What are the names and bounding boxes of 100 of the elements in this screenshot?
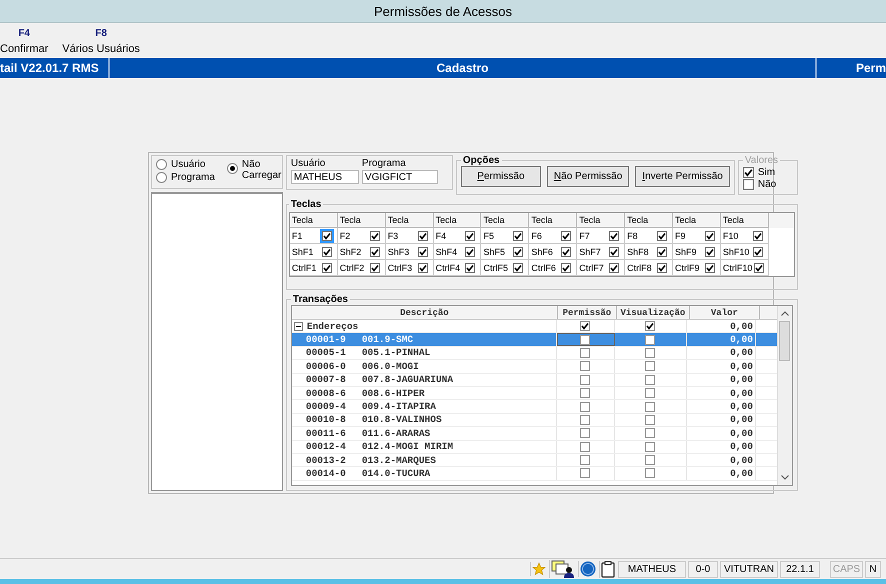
checkbox[interactable] — [704, 230, 715, 240]
checkbox[interactable] — [580, 402, 590, 412]
help-icon[interactable] — [580, 561, 596, 577]
checkbox[interactable] — [580, 414, 590, 425]
checkbox[interactable] — [465, 262, 476, 272]
toolbar-button[interactable]: F4 Confirmar — [0, 23, 50, 58]
checkbox[interactable] — [580, 455, 590, 466]
key-label: ShF9 — [675, 246, 697, 256]
checkbox[interactable] — [561, 262, 572, 272]
option-button[interactable]: Não Permissão — [546, 166, 630, 187]
table-row[interactable]: 00005-1 005.1-PINHAL 0,00 — [292, 346, 777, 360]
column-header: Tecla — [434, 213, 482, 228]
checkbox[interactable] — [704, 262, 715, 272]
status-field: N — [865, 560, 881, 578]
checkbox[interactable] — [645, 361, 656, 372]
checkbox[interactable] — [609, 246, 620, 256]
checkbox[interactable] — [645, 414, 656, 425]
checkbox[interactable] — [370, 262, 380, 272]
checkbox[interactable] — [657, 262, 668, 272]
checkbox[interactable] — [580, 348, 590, 358]
column-header: Tecla — [625, 213, 674, 228]
table-row[interactable]: 00007-8 007.8-JAGUARIUNA 0,00 — [292, 374, 777, 387]
checkbox[interactable] — [657, 230, 668, 240]
table-row[interactable]: 00008-6 008.6-HIPER 0,00 — [292, 386, 777, 400]
table-cell: 010.8-VALINHOS — [362, 414, 442, 426]
checkbox[interactable] — [322, 262, 332, 272]
radio-option[interactable]: Usuário — [156, 159, 215, 170]
checkbox[interactable] — [580, 374, 590, 385]
input-field[interactable]: VGIGFICT — [362, 170, 438, 184]
checkbox[interactable] — [465, 246, 476, 256]
checkbox[interactable] — [609, 262, 620, 272]
checkbox[interactable] — [645, 374, 656, 385]
table-cell: 00010-8 — [306, 414, 346, 426]
checkbox[interactable] — [752, 230, 763, 240]
checkbox[interactable] — [370, 246, 380, 256]
column-header[interactable]: Valor — [690, 306, 760, 319]
table-row[interactable]: 00013-2 013.2-MARQUES 0,00 — [292, 454, 777, 468]
collapse-icon[interactable] — [294, 322, 303, 331]
scroll-down-icon[interactable] — [780, 475, 789, 480]
header-center-text: Cadastro — [110, 58, 817, 78]
table-row[interactable]: 00010-8 010.8-VALINHOS 0,00 — [292, 414, 777, 428]
checkbox[interactable] — [418, 262, 428, 272]
checkbox[interactable] — [645, 442, 656, 452]
column-header[interactable]: Descrição — [292, 306, 558, 319]
table-cell: 00006-0 — [306, 360, 346, 372]
checkbox[interactable] — [322, 230, 332, 240]
scroll-up-icon[interactable] — [780, 311, 789, 316]
checkbox[interactable] — [561, 246, 572, 256]
windows-person-icon[interactable] — [551, 560, 575, 578]
checkbox[interactable] — [609, 230, 620, 240]
scrollbar[interactable] — [776, 306, 792, 485]
checkbox[interactable] — [645, 428, 656, 438]
checkbox[interactable] — [704, 246, 715, 256]
clipboard-icon[interactable] — [601, 560, 615, 578]
table-row[interactable]: 00011-6 011.6-ARARAS 0,00 — [292, 427, 777, 441]
list-box[interactable] — [151, 192, 283, 491]
checkbox[interactable] — [513, 230, 524, 240]
toolbar-button[interactable]: F8 Vários Usuários — [62, 23, 142, 58]
table-row[interactable]: 00014-0 014.0-TUCURA 0,00 — [292, 467, 777, 481]
checkbox[interactable] — [465, 230, 476, 240]
table-row[interactable]: 00006-0 006.0-MOGI 0,00 — [292, 360, 777, 374]
checkbox[interactable] — [561, 230, 572, 240]
checkbox[interactable] — [580, 468, 590, 478]
checkbox[interactable] — [418, 246, 428, 256]
input-field[interactable]: MATHEUS — [290, 170, 359, 184]
checkbox[interactable] — [580, 388, 590, 398]
checkbox[interactable] — [645, 468, 656, 478]
checkbox[interactable] — [645, 334, 656, 345]
checkbox[interactable] — [645, 348, 656, 358]
option-button[interactable]: Permissão — [460, 166, 541, 187]
checkbox[interactable] — [580, 334, 590, 345]
checkbox[interactable] — [645, 402, 656, 412]
checkbox[interactable] — [370, 230, 380, 240]
checkbox[interactable] — [657, 246, 668, 256]
checkbox[interactable] — [580, 442, 590, 452]
checkbox[interactable] — [754, 262, 764, 272]
checkbox[interactable] — [418, 230, 428, 240]
table-row[interactable]: 00009-4 009.4-ITAPIRA 0,00 — [292, 400, 777, 414]
checkbox[interactable] — [513, 262, 524, 272]
table-row[interactable]: 00012-4 012.4-MOGI MIRIM 0,00 — [292, 440, 777, 454]
column-header[interactable]: Permissão — [558, 306, 617, 319]
option-button[interactable]: Inverte Permissão — [635, 166, 730, 187]
column-header[interactable]: Visualização — [616, 306, 690, 319]
star-icon[interactable] — [532, 562, 546, 576]
table-cell: 001.9-SMC — [362, 334, 414, 346]
key-label: CtrlF7 — [579, 262, 604, 272]
radio-option[interactable]: Programa — [156, 172, 215, 183]
checkbox[interactable] — [580, 321, 590, 332]
checkbox[interactable] — [645, 455, 656, 466]
checkbox[interactable] — [752, 246, 763, 256]
checkbox[interactable] — [580, 361, 590, 372]
column-header: Tecla — [338, 213, 386, 228]
checkbox[interactable] — [645, 388, 656, 398]
table-cell: 0,00 — [730, 360, 753, 372]
header-right-text: Perm — [854, 61, 886, 75]
checkbox[interactable] — [645, 321, 656, 332]
scroll-thumb[interactable] — [779, 321, 790, 361]
checkbox[interactable] — [322, 246, 332, 256]
checkbox[interactable] — [513, 246, 524, 256]
checkbox[interactable] — [580, 428, 590, 438]
